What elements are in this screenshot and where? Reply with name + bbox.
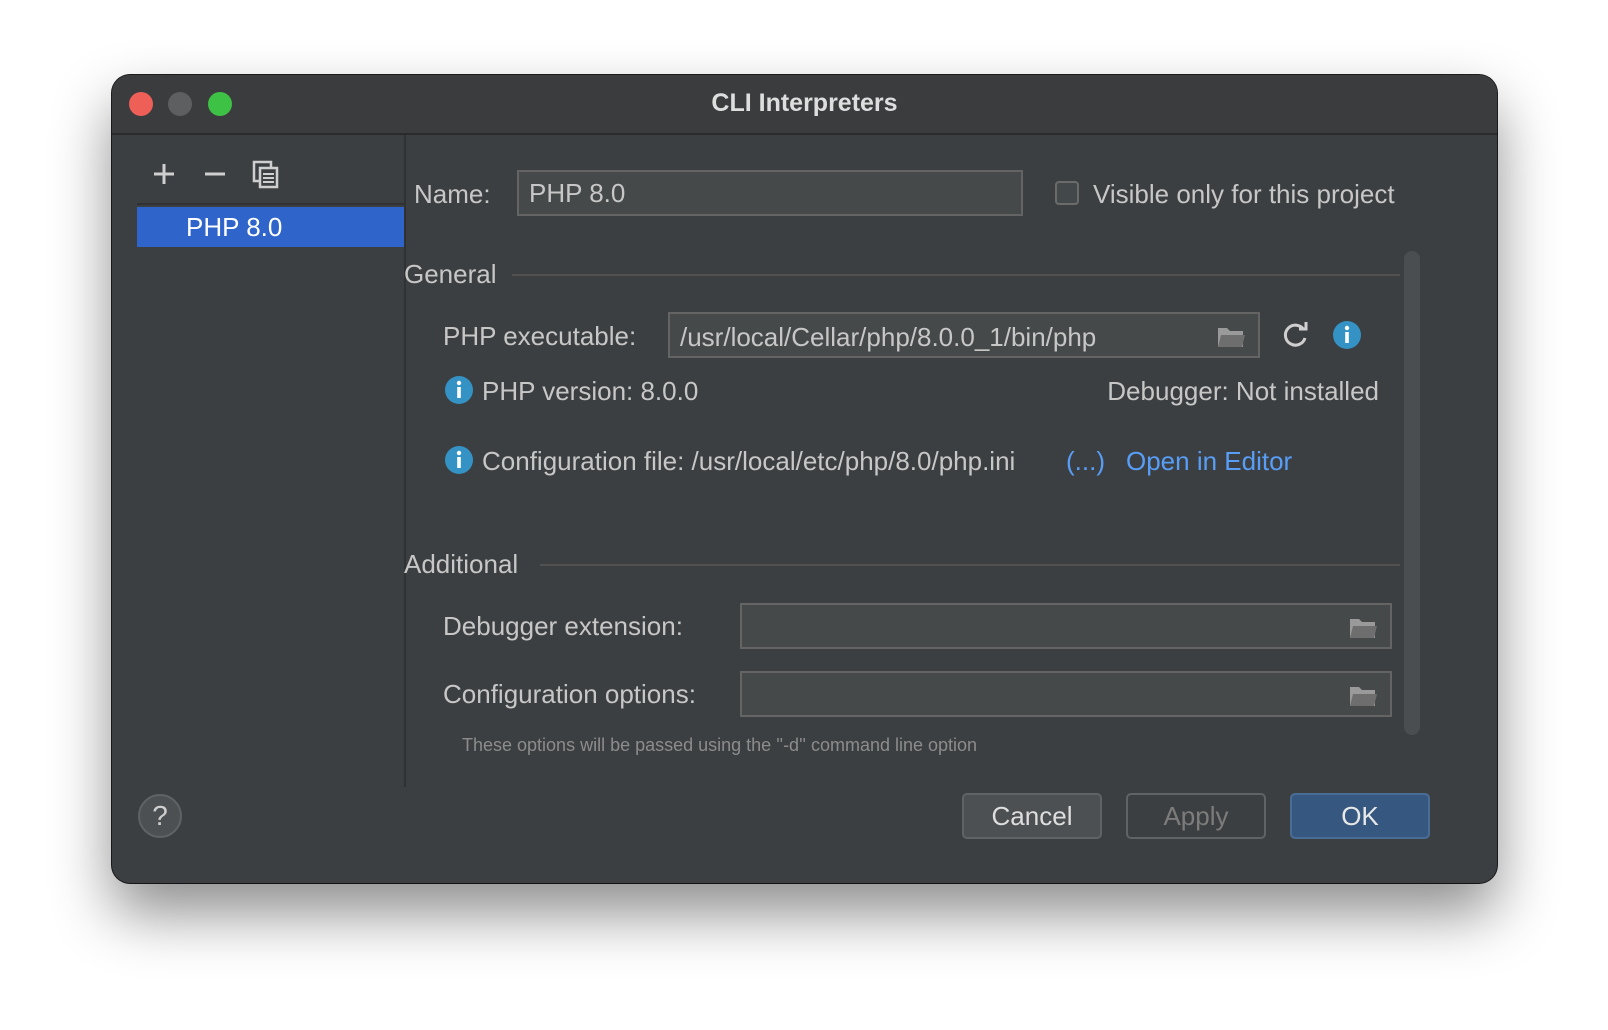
debugger-extension-field[interactable]: [740, 603, 1392, 649]
visible-only-checkbox[interactable]: [1055, 181, 1079, 205]
general-divider: [512, 274, 1400, 276]
title-bar: CLI Interpreters: [112, 75, 1497, 135]
php-executable-value: /usr/local/Cellar/php/8.0.0_1/bin/php: [680, 322, 1097, 352]
folder-icon[interactable]: [1348, 615, 1378, 641]
configuration-options-label: Configuration options:: [443, 679, 696, 709]
open-in-editor-link[interactable]: Open in Editor: [1126, 446, 1292, 477]
info-icon: [445, 376, 473, 404]
interpreter-list-item[interactable]: PHP 8.0: [137, 207, 404, 247]
help-button[interactable]: ?: [138, 794, 182, 838]
visible-only-label: Visible only for this project: [1093, 179, 1395, 209]
general-section-heading: General: [404, 259, 497, 289]
info-icon: [445, 446, 473, 474]
cancel-button[interactable]: Cancel: [962, 793, 1102, 839]
window-title: CLI Interpreters: [711, 89, 898, 117]
php-executable-field[interactable]: /usr/local/Cellar/php/8.0.0_1/bin/php: [668, 312, 1260, 358]
ok-button[interactable]: OK: [1290, 793, 1430, 839]
name-label: Name:: [414, 179, 491, 209]
php-executable-label: PHP executable:: [443, 321, 637, 351]
php-version-text: PHP version: 8.0.0: [482, 376, 699, 406]
configuration-options-field[interactable]: [740, 671, 1392, 717]
interpreter-list-panel: PHP 8.0: [112, 135, 406, 787]
configuration-file-text: Configuration file: /usr/local/etc/php/8…: [482, 446, 1016, 476]
additional-section-heading: Additional: [404, 549, 519, 579]
debugger-extension-label: Debugger extension:: [443, 611, 683, 641]
config-file-more-link[interactable]: (...): [1066, 446, 1105, 477]
name-input[interactable]: [517, 170, 1023, 216]
configuration-options-hint: These options will be passed using the '…: [462, 735, 978, 755]
plus-icon[interactable]: [149, 159, 179, 189]
additional-divider: [540, 564, 1400, 566]
refresh-icon[interactable]: [1280, 320, 1310, 350]
apply-button[interactable]: Apply: [1126, 793, 1266, 839]
minus-icon[interactable]: [200, 159, 230, 189]
copy-icon[interactable]: [251, 159, 281, 189]
cli-interpreters-dialog: CLI Interpreters PHP 8.0 Name: Visible o…: [112, 75, 1497, 883]
debugger-status-text: Debugger: Not installed: [1107, 376, 1379, 406]
list-separator: [137, 203, 404, 205]
folder-icon[interactable]: [1216, 324, 1246, 350]
scrollbar[interactable]: [1404, 251, 1420, 735]
folder-icon[interactable]: [1348, 683, 1378, 709]
info-icon[interactable]: [1332, 320, 1362, 350]
